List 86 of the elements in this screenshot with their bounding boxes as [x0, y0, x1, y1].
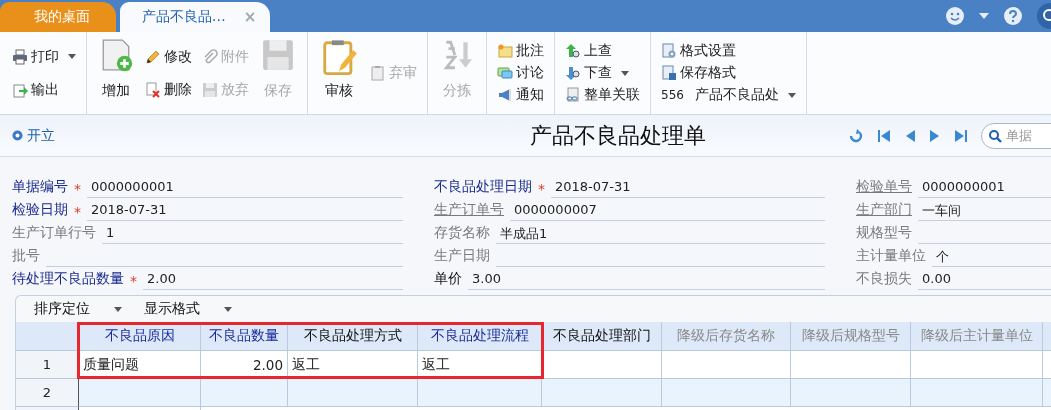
floppy-icon [202, 81, 218, 98]
toolbar-button[interactable]: 格式设置 [659, 42, 798, 60]
field-label: 不良品处理日期 [434, 178, 532, 196]
previous-record-icon[interactable] [904, 128, 916, 143]
delete-icon [145, 81, 161, 98]
toolbar-button[interactable]: 修改 [143, 47, 194, 66]
required-mark: * [74, 204, 81, 221]
field-value[interactable]: 0.00 [918, 269, 1051, 290]
chat-icon [497, 65, 513, 81]
field-value[interactable]: 2.00 [143, 269, 403, 290]
toolbar-button[interactable]: 审核 [316, 36, 362, 110]
field-label: 不良损失 [856, 270, 912, 288]
field-label: 待处理不良品数量 [12, 270, 124, 288]
field-label: 规格型号 [856, 224, 912, 242]
tab[interactable]: 产品不良品… × [120, 2, 270, 32]
field-label[interactable]: 检验单号 [856, 178, 912, 198]
status-label: 开立 [27, 126, 55, 145]
caret-icon [114, 306, 122, 312]
paperclip-icon [202, 48, 218, 65]
field-value[interactable]: 2018-07-31 [551, 177, 825, 198]
clipboard-icon [320, 38, 358, 76]
up-arrow-icon [565, 43, 581, 59]
field-value[interactable]: 1 [102, 223, 403, 244]
field-label: 批号 [12, 247, 40, 265]
help-icon[interactable] [1003, 6, 1023, 26]
toolbar-button[interactable]: 打印 [10, 47, 78, 66]
required-mark: * [130, 273, 137, 290]
caret-icon[interactable] [979, 13, 989, 19]
caret-icon [224, 306, 232, 312]
down-arrow-icon [565, 65, 581, 81]
toolbar-button[interactable]: 下查 [563, 64, 642, 82]
field-value[interactable]: 一车间 [918, 200, 1051, 221]
search-icon [988, 128, 1002, 143]
form-title: 产品不良品处理单 [530, 121, 706, 150]
grid-menu[interactable]: 显示格式 [144, 300, 232, 318]
search-field[interactable]: 单据 [981, 122, 1051, 149]
note-icon [497, 43, 513, 59]
caret-icon [787, 92, 796, 98]
field-label: 生产订单行号 [12, 224, 96, 242]
format-select[interactable]: 556 产品不良品处 [659, 86, 798, 104]
field-label: 单据编号 [12, 178, 68, 196]
field-label: 存货名称 [434, 224, 490, 242]
field-value[interactable]: 2018-07-31 [87, 200, 403, 221]
first-record-icon[interactable] [877, 128, 891, 143]
caret-icon [68, 54, 76, 59]
field-value[interactable]: 0000000001 [87, 177, 403, 198]
field-label: 生产日期 [434, 247, 490, 265]
toolbar-button[interactable]: 输出 [10, 80, 78, 99]
caret-icon [621, 70, 629, 76]
pencil-icon [145, 48, 161, 65]
field-value[interactable]: 0000000007 [510, 200, 825, 221]
link-document-icon [565, 87, 581, 103]
toolbar-button[interactable]: 保存格式 [659, 64, 798, 82]
field-label: 主计量单位 [856, 247, 926, 265]
toolbar-button[interactable]: 讨论 [495, 64, 546, 82]
field-value[interactable]: 个 [932, 246, 1051, 267]
field-value[interactable]: 0000000001 [918, 177, 1051, 198]
toolbar-button[interactable]: 删除 [143, 80, 194, 99]
last-record-icon[interactable] [954, 128, 968, 143]
megaphone-icon [497, 87, 513, 103]
field-value[interactable]: 半成品1 [496, 223, 825, 244]
status-icon [12, 130, 23, 141]
toolbar-button[interactable]: 整单关联 [563, 86, 642, 104]
field-label[interactable]: 生产部门 [856, 201, 912, 221]
field-value[interactable]: 3.00 [468, 269, 825, 290]
toolbar-button[interactable]: 增加 [95, 36, 137, 110]
toolbar-button[interactable]: 批注 [495, 42, 546, 60]
grid-menu[interactable]: 排序定位 [34, 300, 122, 318]
row-number: 1 [16, 351, 79, 379]
toolbar-button[interactable]: 通知 [495, 86, 546, 104]
field-label: 单价 [434, 270, 462, 288]
required-mark: * [538, 181, 545, 198]
settings-icon [661, 43, 677, 59]
field-label: 检验日期 [12, 201, 68, 219]
clipboard-icon [370, 65, 386, 81]
toolbar-button[interactable]: 上查 [563, 42, 642, 60]
required-mark: * [74, 181, 81, 198]
row-number: 2 [16, 379, 79, 407]
field-label[interactable]: 生产订单号 [434, 201, 504, 221]
save-document-icon [661, 65, 677, 81]
export-icon [12, 81, 28, 98]
refresh-icon[interactable] [848, 127, 864, 144]
smiley-icon[interactable] [945, 6, 965, 26]
printer-icon [12, 48, 28, 65]
floppy-icon [261, 38, 295, 72]
next-record-icon[interactable] [929, 128, 941, 143]
